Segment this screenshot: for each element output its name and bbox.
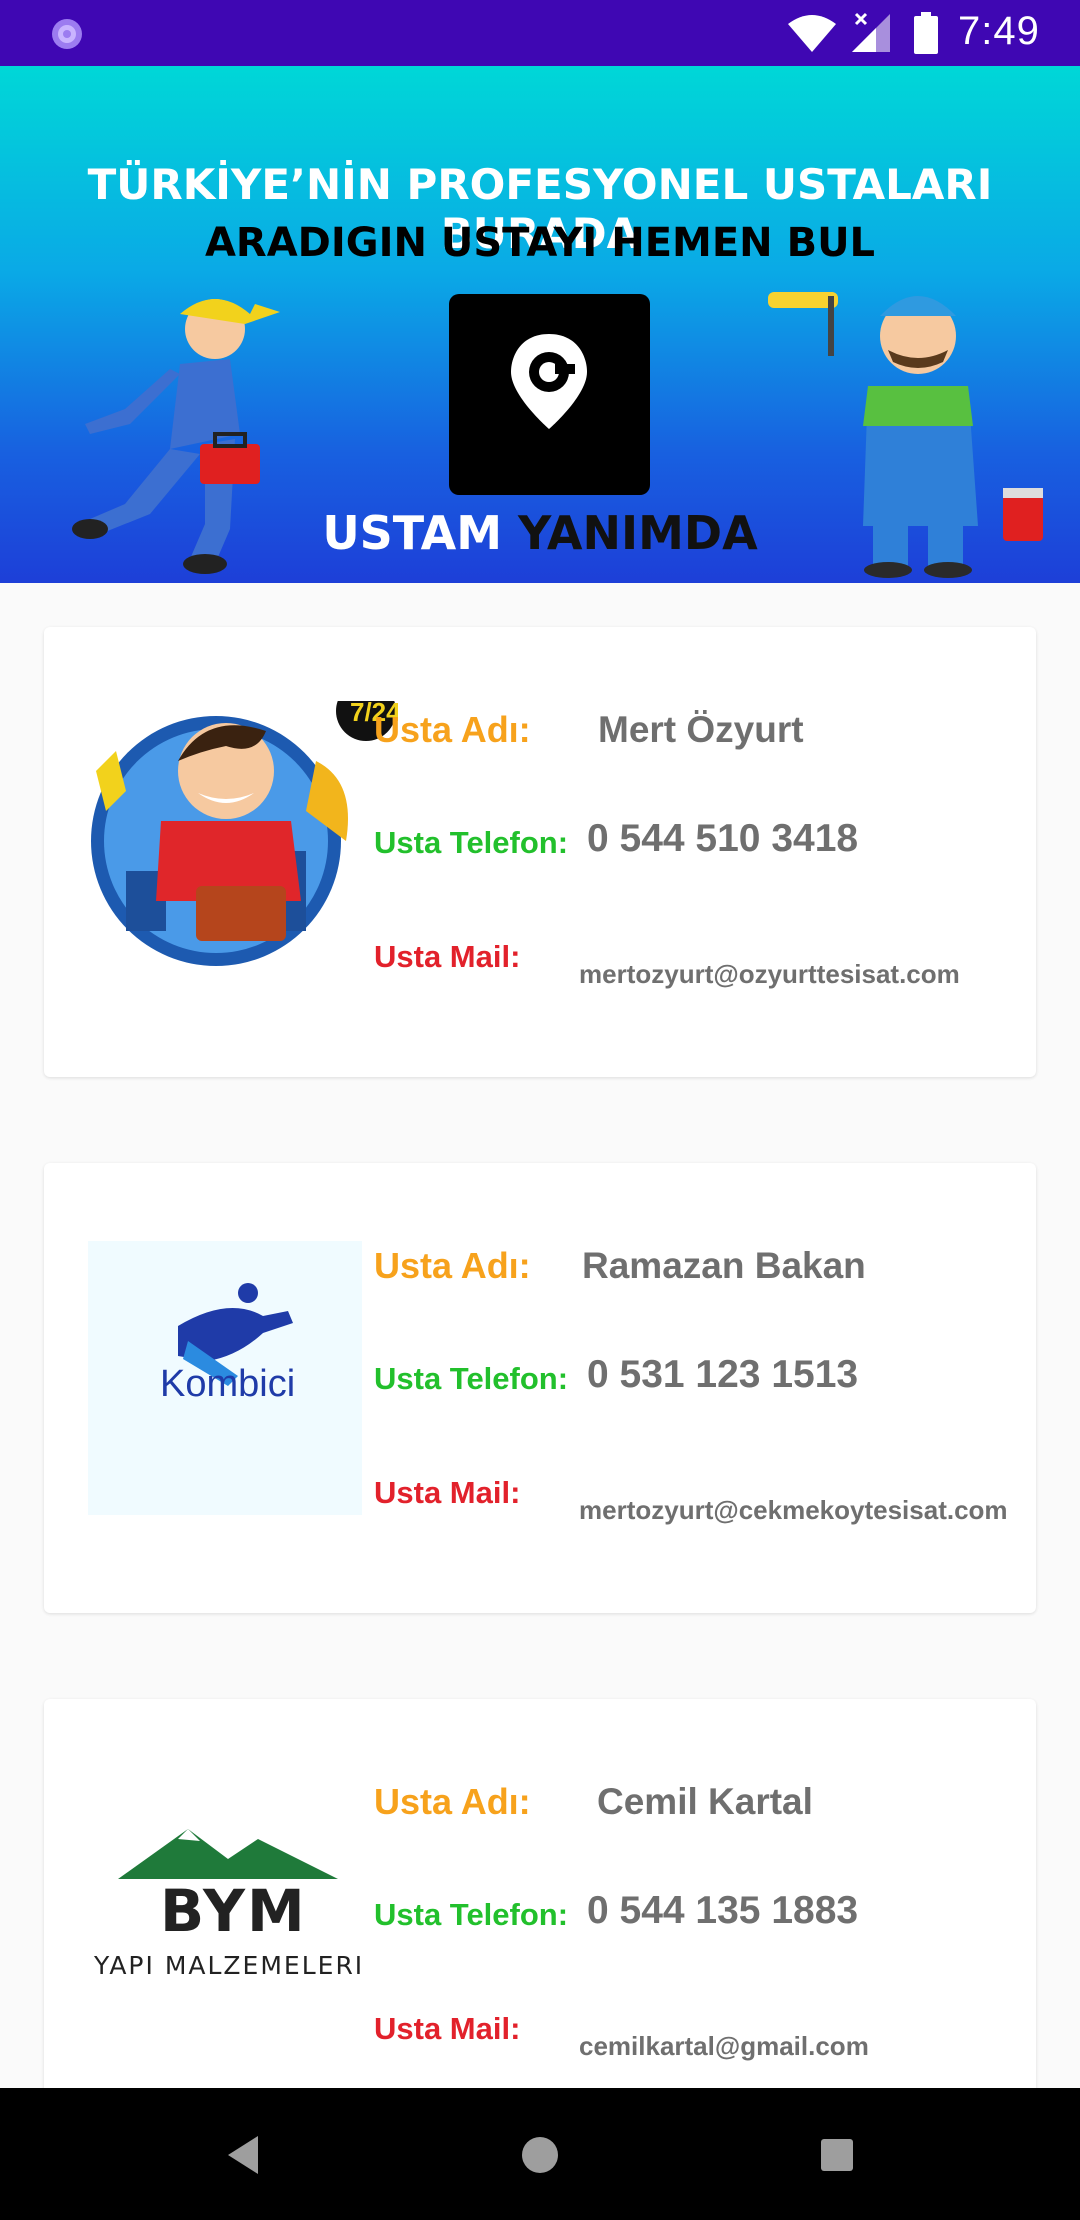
master-card[interactable]: Kombici Usta Adı: Ramazan Bakan Usta Tel… — [44, 1163, 1036, 1613]
master-name-label: Usta Adı: — [374, 1781, 531, 1822]
status-bar: 7:49 — [0, 0, 1080, 66]
bym-logo-subtext: YAPI MALZEMELERI — [94, 1951, 365, 1980]
master-name-label: Usta Adı: — [374, 709, 531, 750]
master-name-value: Ramazan Bakan — [582, 1245, 866, 1286]
bym-logo: BYM YAPI MALZEMELERI — [88, 1819, 368, 2009]
master-phone-value[interactable]: 0 531 123 1513 — [587, 1353, 858, 1397]
plumber-cartoon-logo: 7/24 — [91, 701, 398, 966]
kombici-logo-text: Kombici — [160, 1363, 296, 1405]
master-mail-value[interactable]: cemilkartal@gmail.com — [579, 2031, 869, 2062]
wrench-location-icon — [511, 334, 587, 429]
master-card[interactable]: BYM YAPI MALZEMELERI Usta Adı: Cemil Kar… — [44, 1699, 1036, 2149]
master-phone-label: Usta Telefon: — [374, 1897, 569, 1932]
master-card[interactable]: 7/24 Usta Adı: Mert Özyurt Usta Telefon:… — [44, 627, 1036, 1077]
banner-subline: ARADIGIN USTAYI HEMEN BUL — [204, 220, 876, 266]
master-phone-label: Usta Telefon: — [374, 825, 569, 860]
master-name-value: Cemil Kartal — [597, 1781, 813, 1822]
signal-icon — [852, 12, 890, 52]
header-banner: TÜRKİYE’NİN PROFESYONEL USTALARI BURADA … — [0, 66, 1080, 583]
master-phone-value[interactable]: 0 544 510 3418 — [587, 817, 858, 861]
painter-worker-illustration — [768, 292, 1043, 578]
battery-icon — [914, 12, 938, 54]
clock: 7:49 — [958, 9, 1040, 53]
master-mail-value[interactable]: mertozyurt@cekmekoytesisat.com — [579, 1495, 1008, 1526]
home-button[interactable] — [515, 2130, 565, 2180]
back-button[interactable] — [218, 2130, 268, 2180]
brand-title-part2: YANIMDA — [518, 506, 758, 560]
kombici-logo: Kombici — [88, 1241, 362, 1515]
master-mail-label: Usta Mail: — [374, 1475, 521, 1510]
master-mail-label: Usta Mail: — [374, 939, 521, 974]
master-phone-value[interactable]: 0 544 135 1883 — [587, 1889, 858, 1933]
master-phone-label: Usta Telefon: — [374, 1361, 569, 1396]
recents-button[interactable] — [812, 2130, 862, 2180]
app-logo — [449, 294, 650, 495]
wifi-icon — [788, 15, 836, 52]
bym-logo-text: BYM — [160, 1877, 307, 1945]
master-mail-label: Usta Mail: — [374, 2011, 521, 2046]
master-name-value: Mert Özyurt — [598, 709, 804, 750]
brand-title-part1: USTAM — [322, 506, 502, 560]
master-mail-value[interactable]: mertozyurt@ozyurttesisat.com — [579, 959, 960, 990]
navigation-bar — [0, 2088, 1080, 2220]
master-name-label: Usta Adı: — [374, 1245, 531, 1286]
app-notification-icon — [52, 19, 82, 49]
